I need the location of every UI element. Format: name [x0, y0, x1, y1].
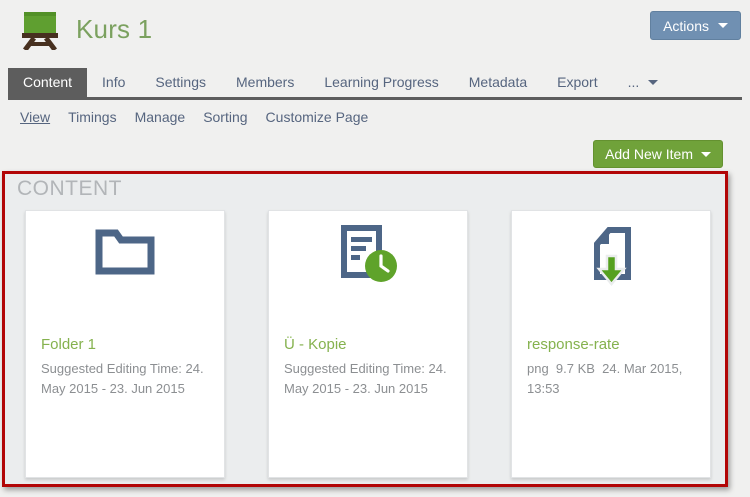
subtab-view[interactable]: View	[20, 109, 50, 125]
content-section-heading: CONTENT	[17, 177, 725, 201]
item-card-exercise[interactable]: Ü - Kopie Suggested Editing Time: 24. Ma…	[268, 210, 468, 478]
page-title: Kurs 1	[76, 14, 152, 45]
tab-settings[interactable]: Settings	[140, 68, 221, 97]
actions-button[interactable]: Actions	[650, 11, 741, 40]
subtab-timings[interactable]: Timings	[68, 109, 117, 125]
course-easel-icon	[21, 10, 59, 48]
exercise-clock-icon	[269, 224, 467, 290]
file-download-icon	[512, 224, 710, 290]
tab-info[interactable]: Info	[87, 68, 140, 97]
tab-more-label: ...	[628, 74, 640, 90]
item-card-folder[interactable]: Folder 1 Suggested Editing Time: 24. May…	[25, 210, 225, 478]
tab-metadata[interactable]: Metadata	[454, 68, 542, 97]
subtab-customize-page[interactable]: Customize Page	[266, 109, 369, 125]
item-description: png 9.7 KB 24. Mar 2015, 13:53	[527, 359, 695, 398]
add-new-item-button[interactable]: Add New Item	[593, 140, 723, 168]
tab-more[interactable]: ...	[613, 68, 674, 97]
tab-learning-progress[interactable]: Learning Progress	[309, 68, 453, 97]
page-header: Kurs 1 Actions	[0, 0, 750, 48]
item-title[interactable]: Folder 1	[41, 336, 209, 353]
tab-content[interactable]: Content	[8, 68, 87, 97]
actions-button-label: Actions	[663, 18, 709, 34]
add-new-item-label: Add New Item	[605, 146, 693, 162]
tab-export[interactable]: Export	[542, 68, 612, 97]
item-card-file[interactable]: response-rate png 9.7 KB 24. Mar 2015, 1…	[511, 210, 711, 478]
item-description: Suggested Editing Time: 24. May 2015 - 2…	[284, 359, 452, 398]
subtab-manage[interactable]: Manage	[135, 109, 186, 125]
subtab-bar: View Timings Manage Sorting Customize Pa…	[20, 109, 750, 125]
tab-bar: Content Info Settings Members Learning P…	[8, 68, 742, 100]
caret-down-icon	[718, 23, 728, 28]
tab-members[interactable]: Members	[221, 68, 309, 97]
subtab-sorting[interactable]: Sorting	[203, 109, 247, 125]
caret-down-icon	[701, 152, 711, 157]
item-card-list: Folder 1 Suggested Editing Time: 24. May…	[25, 210, 725, 478]
caret-down-icon	[648, 80, 658, 85]
item-title[interactable]: response-rate	[527, 336, 695, 353]
folder-icon	[26, 224, 224, 290]
item-title[interactable]: Ü - Kopie	[284, 336, 452, 353]
item-description: Suggested Editing Time: 24. May 2015 - 2…	[41, 359, 209, 398]
content-highlight-box: CONTENT Folder 1 Suggested Editing Time:…	[2, 171, 728, 487]
course-page: Kurs 1 Actions Content Info Settings Mem…	[0, 0, 750, 497]
toolbar: Add New Item	[0, 140, 723, 168]
